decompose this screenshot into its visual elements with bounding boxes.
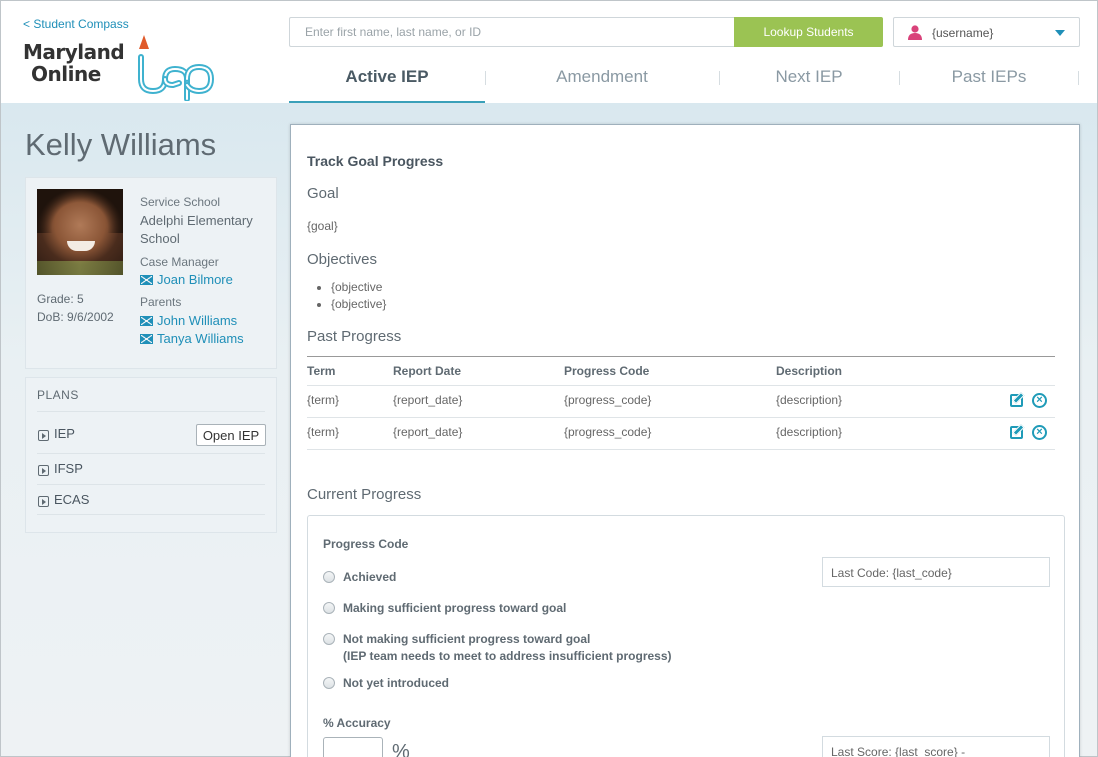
case-manager-name: Joan Bilmore (157, 272, 233, 287)
expand-icon (38, 430, 49, 441)
tab-amendment[interactable]: Amendment (485, 65, 719, 103)
percent-symbol: % (392, 741, 410, 757)
back-to-student-compass-link[interactable]: < Student Compass (23, 17, 129, 31)
mail-icon (140, 316, 153, 326)
student-photo (37, 189, 123, 275)
table-row: {term} {report_date} {progress_code} {de… (307, 386, 1055, 418)
last-code-display: Last Code: {last_code} (822, 557, 1050, 587)
photo-background (37, 261, 123, 275)
plans-panel: PLANS IEP Open IEP IFSP ECAS (25, 377, 277, 533)
objective-item: {objective (331, 279, 386, 296)
goal-heading: Goal (307, 185, 339, 202)
cell-progress-code: {progress_code} (564, 425, 652, 439)
panel-title: Track Goal Progress (307, 153, 444, 169)
table-header: Term Report Date Progress Code Descripti… (307, 356, 1055, 386)
service-school-label: Service School (140, 195, 221, 209)
expand-icon (38, 465, 49, 476)
column-header-report-date: Report Date (393, 364, 462, 378)
cell-term: {term} (307, 425, 340, 439)
photo-hair (37, 189, 123, 233)
logo-line1: Maryland (23, 40, 125, 64)
case-manager-email-link[interactable]: Joan Bilmore (140, 272, 233, 287)
radio-label: Making sufficient progress toward goal (343, 601, 567, 615)
cell-description: {description} (776, 425, 843, 439)
plan-item-ifsp[interactable]: IFSP (37, 453, 265, 484)
column-header-description: Description (776, 364, 843, 378)
plan-item-ecas[interactable]: ECAS (37, 484, 265, 515)
radio-label-note: (IEP team needs to meet to address insuf… (343, 649, 672, 663)
edit-icon[interactable] (1010, 426, 1023, 439)
service-school-value: Adelphi Elementary School (140, 213, 253, 246)
student-name-heading: Kelly Williams (25, 127, 217, 162)
track-goal-progress-panel: Track Goal Progress Goal {goal} Objectiv… (290, 124, 1080, 757)
current-progress-form: Progress Code Achieved Making sufficient… (307, 515, 1065, 757)
maryland-online-iep-logo: Maryland Online (23, 35, 233, 101)
user-icon (908, 25, 922, 40)
mail-icon (140, 334, 153, 344)
student-info-card: Grade: 5 DoB: 9/6/2002 Service School Ad… (25, 177, 277, 369)
iep-logo-mark (138, 35, 215, 101)
radio-button[interactable] (323, 602, 335, 614)
progress-code-label: Progress Code (323, 537, 409, 551)
past-progress-heading: Past Progress (307, 328, 402, 345)
plans-title: PLANS (37, 388, 79, 402)
radio-button[interactable] (323, 571, 335, 583)
parent-name: John Williams (157, 313, 238, 328)
tab-next-iep[interactable]: Next IEP (719, 65, 899, 103)
parent-email-link[interactable]: Tanya Williams (140, 331, 244, 346)
plan-label: IEP (54, 426, 75, 441)
username-label: {username} (932, 26, 994, 40)
student-grade: Grade: 5 (37, 292, 84, 306)
expand-icon (38, 496, 49, 507)
radio-button[interactable] (323, 677, 335, 689)
cell-progress-code: {progress_code} (564, 393, 652, 407)
delete-icon[interactable]: × (1032, 393, 1047, 408)
current-progress-heading: Current Progress (307, 486, 422, 503)
radio-label: Not yet introduced (343, 676, 450, 690)
parent-name: Tanya Williams (157, 331, 244, 346)
case-manager-label: Case Manager (140, 255, 219, 269)
column-header-term: Term (307, 364, 336, 378)
iep-tabs: Active IEP Amendment Next IEP Past IEPs (289, 65, 1079, 103)
chevron-down-icon (1055, 30, 1065, 36)
objectives-list: {objective {objective} (331, 279, 386, 313)
cell-report-date: {report_date} (393, 393, 463, 407)
parent-email-link[interactable]: John Williams (140, 313, 237, 328)
past-progress-table: Term Report Date Progress Code Descripti… (307, 356, 1055, 450)
cell-description: {description} (776, 393, 843, 407)
cell-report-date: {report_date} (393, 425, 463, 439)
radio-button[interactable] (323, 633, 335, 645)
plan-label: ECAS (54, 492, 90, 507)
goal-value: {goal} (307, 219, 338, 233)
column-header-progress-code: Progress Code (564, 364, 650, 378)
edit-icon[interactable] (1010, 394, 1023, 407)
student-dob: DoB: 9/6/2002 (37, 310, 114, 324)
tab-active-iep[interactable]: Active IEP (289, 65, 485, 103)
student-search-input[interactable] (289, 17, 735, 47)
logo-text: Maryland Online (23, 40, 125, 86)
objectives-heading: Objectives (307, 251, 378, 268)
last-score-display: Last Score: {last_score} - (822, 736, 1050, 757)
table-row: {term} {report_date} {progress_code} {de… (307, 418, 1055, 450)
parents-label: Parents (140, 295, 182, 309)
accuracy-input[interactable] (323, 737, 383, 757)
radio-label: Not making sufficient progress toward go… (343, 631, 672, 665)
plan-label: IFSP (54, 461, 83, 476)
photo-smile (67, 241, 95, 251)
accuracy-label: % Accuracy (323, 716, 391, 730)
logo-line2: Online (31, 62, 101, 86)
user-menu-dropdown[interactable]: {username} (893, 17, 1080, 47)
cell-term: {term} (307, 393, 340, 407)
lookup-students-button[interactable]: Lookup Students (734, 17, 883, 47)
objective-item: {objective} (331, 296, 386, 313)
radio-label-main: Not making sufficient progress toward go… (343, 632, 591, 646)
header: < Student Compass Maryland Online Lookup… (1, 1, 1097, 103)
open-iep-button[interactable]: Open IEP (196, 424, 266, 446)
radio-label: Achieved (343, 570, 397, 584)
delete-icon[interactable]: × (1032, 425, 1047, 440)
tab-divider (1078, 71, 1079, 85)
mail-icon (140, 275, 153, 285)
tab-past-ieps[interactable]: Past IEPs (899, 65, 1079, 103)
